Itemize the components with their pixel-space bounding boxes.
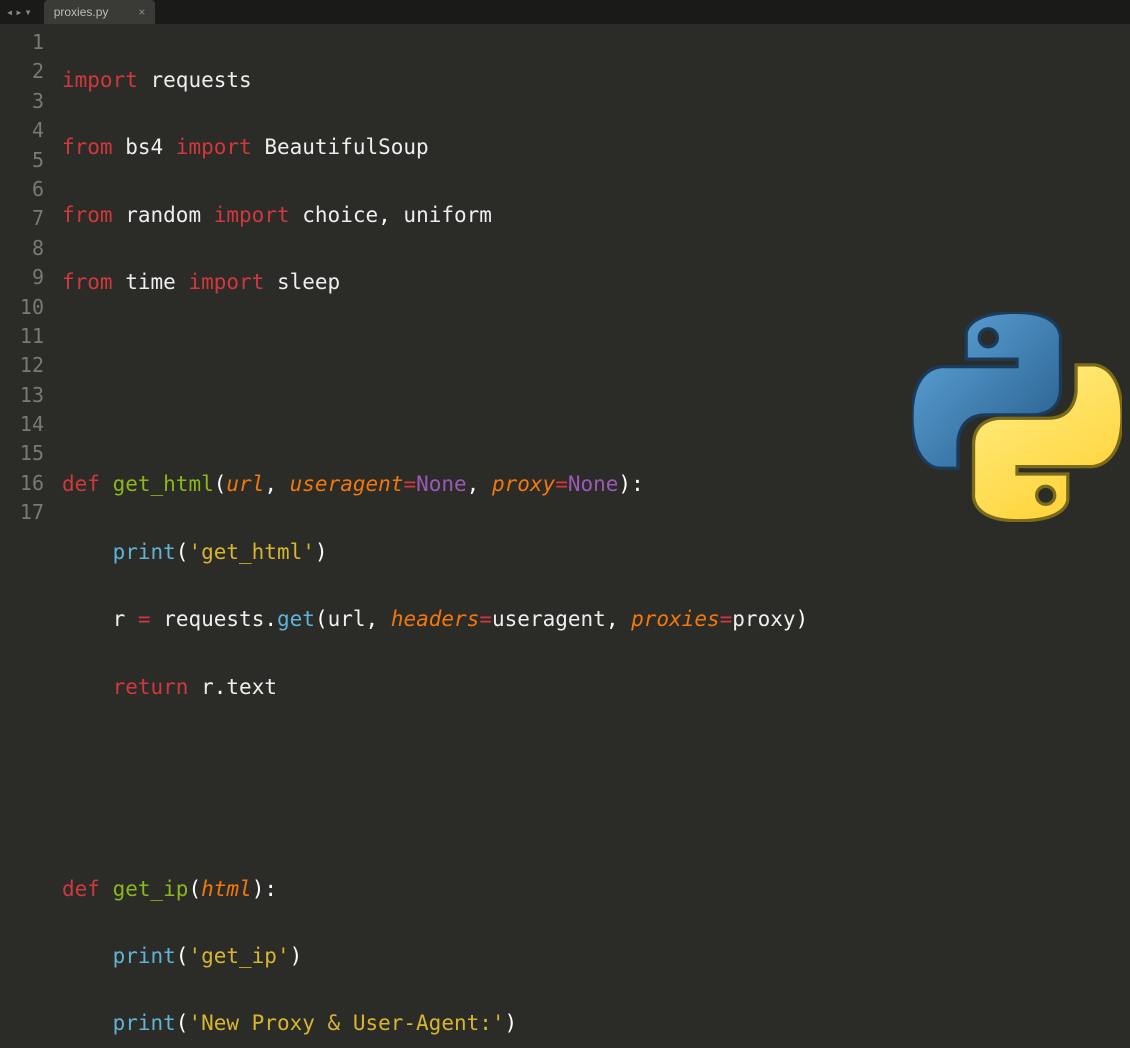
line-number: 2 xyxy=(0,57,44,86)
line-number: 12 xyxy=(0,351,44,380)
code-line: def get_ip(html): xyxy=(62,875,1130,904)
line-number: 4 xyxy=(0,116,44,145)
line-number: 17 xyxy=(0,498,44,527)
code-line xyxy=(62,807,1130,836)
code-line: from random import choice, uniform xyxy=(62,201,1130,230)
line-number: 9 xyxy=(0,263,44,292)
line-number: 3 xyxy=(0,87,44,116)
line-number: 16 xyxy=(0,469,44,498)
line-number: 6 xyxy=(0,175,44,204)
code-line: r = requests.get(url, headers=useragent,… xyxy=(62,605,1130,634)
tab-next-icon[interactable]: ▸ xyxy=(15,5,22,19)
close-icon[interactable]: × xyxy=(138,5,145,19)
line-number: 5 xyxy=(0,146,44,175)
code-line: import requests xyxy=(62,66,1130,95)
tab-proxies[interactable]: proxies.py × xyxy=(44,0,156,24)
python-logo-icon xyxy=(912,312,1122,522)
line-number: 14 xyxy=(0,410,44,439)
line-number: 8 xyxy=(0,234,44,263)
tab-nav: ◂ ▸ ▾ xyxy=(0,0,38,24)
line-number: 11 xyxy=(0,322,44,351)
line-number: 15 xyxy=(0,439,44,468)
code-line: print('get_ip') xyxy=(62,942,1130,971)
code-line: print('New Proxy & User-Agent:') xyxy=(62,1009,1130,1038)
tab-bar: ◂ ▸ ▾ proxies.py × xyxy=(0,0,1130,24)
line-number: 7 xyxy=(0,204,44,233)
code-line: return r.text xyxy=(62,673,1130,702)
code-line: from bs4 import BeautifulSoup xyxy=(62,133,1130,162)
tab-menu-icon[interactable]: ▾ xyxy=(24,5,31,19)
code-line: print('get_html') xyxy=(62,538,1130,567)
code-line: from time import sleep xyxy=(62,268,1130,297)
tab-prev-icon[interactable]: ◂ xyxy=(6,5,13,19)
tab-filename: proxies.py xyxy=(54,5,109,19)
code-line xyxy=(62,740,1130,769)
gutter: 1 2 3 4 5 6 7 8 9 10 11 12 13 14 15 16 1… xyxy=(0,24,54,524)
line-number: 10 xyxy=(0,293,44,322)
line-number: 1 xyxy=(0,28,44,57)
line-number: 13 xyxy=(0,381,44,410)
